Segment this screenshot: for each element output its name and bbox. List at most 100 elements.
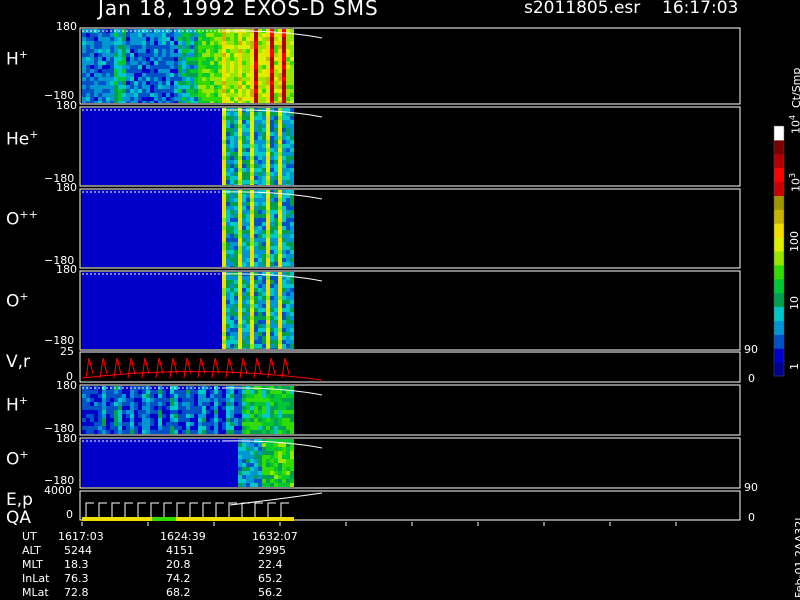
spectrogram-cell xyxy=(290,284,294,288)
spectrogram-cell xyxy=(226,238,230,242)
spectrogram-cell xyxy=(278,262,282,266)
spectrogram-cell xyxy=(262,85,266,89)
spectrogram-cell xyxy=(154,198,158,202)
spectrogram-cell xyxy=(194,164,198,168)
spectrogram-cell xyxy=(154,222,158,226)
spectrogram-cell xyxy=(126,238,130,242)
spectrogram-cell xyxy=(178,156,182,160)
spectrogram-cell xyxy=(210,41,214,45)
spectrogram-cell xyxy=(82,324,86,328)
spectrogram-cell xyxy=(210,344,214,348)
spectrogram-cell xyxy=(206,426,210,430)
spectrogram-cell xyxy=(86,85,90,89)
spectrogram-cell xyxy=(110,81,114,85)
spectrogram-cell xyxy=(234,398,238,402)
spectrogram-cell xyxy=(154,284,158,288)
spectrogram-cell xyxy=(246,422,250,426)
spectrogram-cell xyxy=(98,140,102,144)
spectrogram-cell xyxy=(130,308,134,312)
spectrogram-cell xyxy=(226,61,230,65)
spectrogram-cell xyxy=(158,300,162,304)
spectrogram-cell xyxy=(230,112,234,116)
spectrogram-cell xyxy=(174,250,178,254)
spectrogram-cell xyxy=(238,308,242,312)
spectrogram-cell xyxy=(166,344,170,348)
spectrogram-cell xyxy=(102,97,106,101)
spectrogram-cell xyxy=(166,81,170,85)
spectrogram-cell xyxy=(266,120,270,124)
spectrogram-cell xyxy=(214,49,218,53)
spectrogram-cell xyxy=(150,124,154,128)
spectrogram-cell xyxy=(222,262,226,266)
spectrogram-cell xyxy=(214,300,218,304)
spectrogram-cell xyxy=(110,402,114,406)
spectrogram-cell xyxy=(130,410,134,414)
spectrogram-cell xyxy=(250,206,254,210)
spectrogram-cell xyxy=(174,136,178,140)
spectrogram-cell xyxy=(222,152,226,156)
spectrogram-cell xyxy=(226,112,230,116)
spectrogram-cell xyxy=(286,89,290,93)
spectrogram-cell xyxy=(98,230,102,234)
spectrogram-cell xyxy=(210,81,214,85)
spectrogram-cell xyxy=(258,332,262,336)
spectrogram-cell xyxy=(110,45,114,49)
spectrogram-cell xyxy=(214,422,218,426)
spectrogram-cell xyxy=(278,410,282,414)
spectrogram-cell xyxy=(170,336,174,340)
spectrogram-cell xyxy=(138,49,142,53)
spectrogram-cell xyxy=(110,340,114,344)
spectrogram-cell xyxy=(134,292,138,296)
spectrogram-cell xyxy=(270,206,274,210)
spectrogram-cell xyxy=(118,206,122,210)
spectrogram-cell xyxy=(174,194,178,198)
spectrogram-cell xyxy=(250,336,254,340)
spectrogram-cell xyxy=(242,176,246,180)
spectrogram-cell xyxy=(82,300,86,304)
spectrogram-cell xyxy=(146,254,150,258)
spectrogram-cell xyxy=(146,402,150,406)
spectrogram-cell xyxy=(86,77,90,81)
spectrogram-cell xyxy=(170,426,174,430)
spectrogram-cell xyxy=(214,304,218,308)
spectrogram-cell xyxy=(198,128,202,132)
spectrogram-cell xyxy=(194,280,198,284)
spectrogram-cell xyxy=(110,459,114,463)
spectrogram-cell xyxy=(134,222,138,226)
spectrogram-cell xyxy=(246,69,250,73)
spectrogram-cell xyxy=(166,97,170,101)
spectrogram-cell xyxy=(270,61,274,65)
spectrogram-cell xyxy=(118,288,122,292)
spectrogram-cell xyxy=(106,246,110,250)
spectrogram-cell xyxy=(274,418,278,422)
spectrogram-cell xyxy=(262,69,266,73)
spectrogram-cell xyxy=(150,344,154,348)
spectrogram-cell xyxy=(234,152,238,156)
spectrogram-cell xyxy=(98,246,102,250)
spectrogram-cell xyxy=(102,112,106,116)
spectrogram-cell xyxy=(126,292,130,296)
spectrogram-cell xyxy=(246,206,250,210)
spectrogram-cell xyxy=(142,296,146,300)
spectrogram-cell xyxy=(102,258,106,262)
spectrogram-cell xyxy=(206,262,210,266)
spectrogram-cell xyxy=(290,45,294,49)
spectrogram-cell xyxy=(242,336,246,340)
spectrogram-cell xyxy=(126,230,130,234)
spectrogram-cell xyxy=(282,340,286,344)
spectrogram-cell xyxy=(222,136,226,140)
spectrogram-cell xyxy=(230,65,234,69)
spectrogram-cell xyxy=(202,430,206,434)
spectrogram-cell xyxy=(134,250,138,254)
spectrogram-cell xyxy=(226,340,230,344)
spectrogram-cell xyxy=(94,292,98,296)
spectrogram-cell xyxy=(254,33,258,37)
spectrogram-cell xyxy=(182,348,186,349)
spectrogram-cell xyxy=(118,336,122,340)
spectrogram-cell xyxy=(250,414,254,418)
spectrogram-cell xyxy=(138,81,142,85)
spectrogram-cell xyxy=(254,172,258,176)
spectrogram-cell xyxy=(82,120,86,124)
spectrogram-cell xyxy=(94,33,98,37)
spectrogram-cell xyxy=(146,53,150,57)
